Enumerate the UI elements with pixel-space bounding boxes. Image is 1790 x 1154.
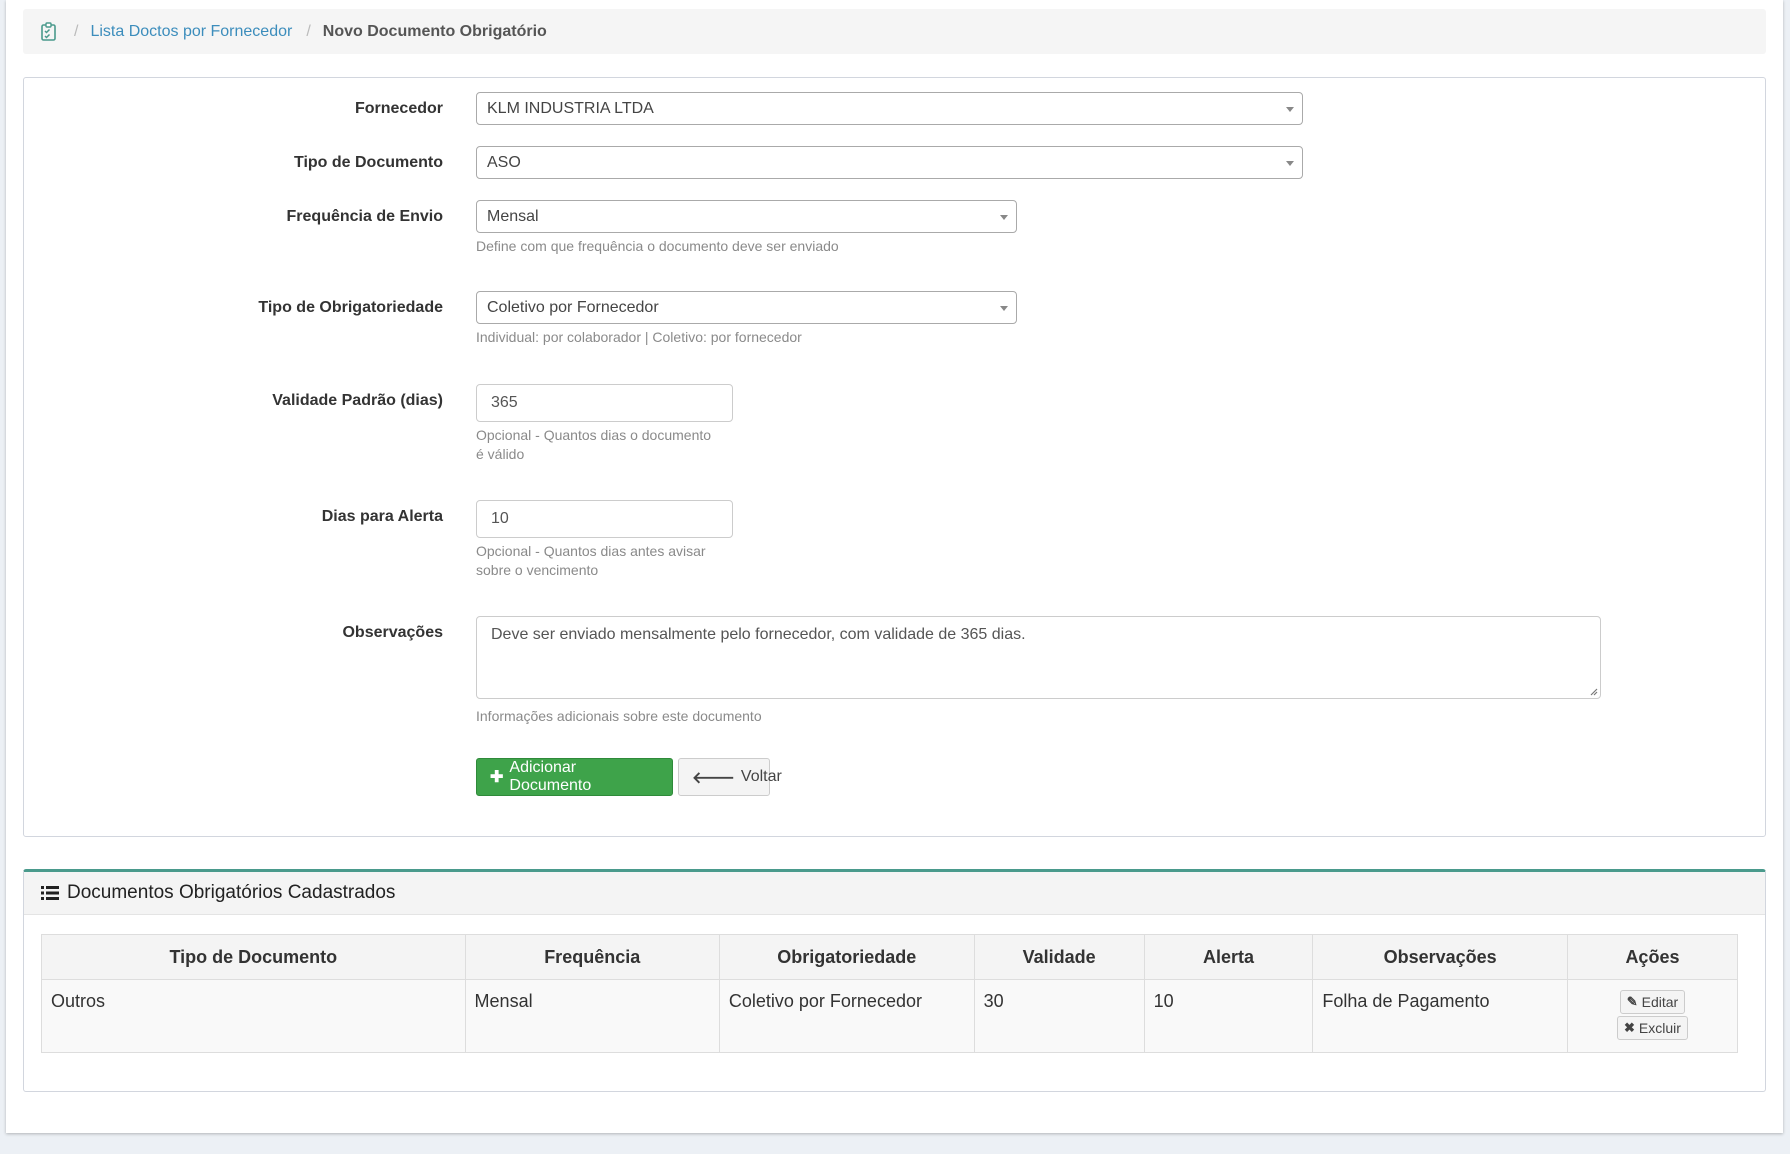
frequencia-help: Define com que frequência o documento de… <box>476 238 839 254</box>
form-row-obrigatoriedade: Tipo de Obrigatoriedade Coletivo por For… <box>24 291 1765 351</box>
tipo-documento-label: Tipo de Documento <box>293 154 443 171</box>
page: / Lista Doctos por Fornecedor / Novo Doc… <box>6 0 1783 1133</box>
alerta-help-line1: Opcional - Quantos dias antes avisar <box>476 543 706 559</box>
edit-icon: ✎ <box>1626 994 1638 1009</box>
cell-acoes: ✎ Editar ✖ Excluir <box>1566 979 1739 1053</box>
add-document-label: Adicionar Documento <box>509 759 592 794</box>
chevron-down-icon <box>1000 306 1008 311</box>
column-header-acoes: Ações <box>1566 934 1739 980</box>
observacoes-help: Informações adicionais sobre este docume… <box>476 708 762 724</box>
checklist-document-icon[interactable] <box>40 21 60 43</box>
resize-grip-icon[interactable] <box>1588 686 1598 696</box>
documents-list-box: Documentos Obrigatórios Cadastrados Tipo… <box>23 869 1766 1092</box>
form-row-observacoes: Observações Deve ser enviado mensalmente… <box>24 616 1765 726</box>
breadcrumb-separator: / <box>74 22 79 40</box>
validade-input[interactable]: 365 <box>476 384 733 422</box>
observacoes-textarea[interactable]: Deve ser enviado mensalmente pelo fornec… <box>476 616 1601 699</box>
alerta-input[interactable]: 10 <box>476 500 733 538</box>
table-row: Outros Mensal Coletivo por Fornecedor 30… <box>41 979 1739 1053</box>
form-row-tipo-documento: Tipo de Documento ASO <box>24 146 1765 179</box>
breadcrumb-link-lista[interactable]: Lista Doctos por Fornecedor <box>90 23 292 41</box>
column-header-tipo: Tipo de Documento <box>41 934 466 980</box>
cell-obrigatoriedade: Coletivo por Fornecedor <box>718 979 975 1053</box>
form-row-alerta: Dias para Alerta 10 Opcional - Quantos d… <box>24 500 1765 582</box>
fornecedor-label: Fornecedor <box>354 100 443 117</box>
validade-help-line2: é válido <box>476 446 525 462</box>
alerta-help-line2: sobre o vencimento <box>476 562 599 578</box>
documents-table: Tipo de Documento Frequência Obrigatorie… <box>41 934 1739 1053</box>
observacoes-label: Observações <box>342 624 443 641</box>
back-label: Voltar <box>740 768 782 785</box>
close-icon: ✖ <box>1624 1020 1635 1035</box>
cell-validade: 30 <box>973 979 1145 1053</box>
add-document-button[interactable]: ✚ Adicionar Documento <box>476 758 673 796</box>
chevron-down-icon <box>1286 161 1294 166</box>
delete-button[interactable]: ✖ Excluir <box>1617 1016 1688 1040</box>
obrigatoriedade-value: Coletivo por Fornecedor <box>487 299 659 316</box>
list-header: Documentos Obrigatórios Cadastrados <box>24 872 1765 915</box>
tipo-documento-select[interactable]: ASO <box>476 146 1303 179</box>
delete-label: Excluir <box>1638 1020 1681 1036</box>
chevron-down-icon <box>1000 215 1008 220</box>
form-row-fornecedor: Fornecedor KLM INDUSTRIA LTDA <box>24 92 1765 125</box>
frequencia-select[interactable]: Mensal <box>476 200 1017 233</box>
list-title: Documentos Obrigatórios Cadastrados <box>67 882 396 903</box>
alerta-label: Dias para Alerta <box>321 508 443 525</box>
cell-frequencia: Mensal <box>464 979 720 1053</box>
obrigatoriedade-select[interactable]: Coletivo por Fornecedor <box>476 291 1017 324</box>
cell-tipo: Outros <box>41 979 466 1053</box>
edit-button[interactable]: ✎ Editar <box>1619 990 1686 1014</box>
validade-help-line1: Opcional - Quantos dias o documento <box>476 427 712 443</box>
column-header-alerta: Alerta <box>1143 934 1314 980</box>
frequencia-value: Mensal <box>487 208 539 225</box>
form-box: Fornecedor KLM INDUSTRIA LTDA Tipo de Do… <box>23 77 1766 837</box>
table-header-row: Tipo de Documento Frequência Obrigatorie… <box>41 934 1739 980</box>
fornecedor-select[interactable]: KLM INDUSTRIA LTDA <box>476 92 1303 125</box>
column-header-obrigatoriedade: Obrigatoriedade <box>718 934 975 980</box>
observacoes-value: Deve ser enviado mensalmente pelo fornec… <box>491 626 1026 643</box>
fornecedor-value: KLM INDUSTRIA LTDA <box>487 100 654 117</box>
back-button[interactable]: 🡐 Voltar <box>678 758 782 796</box>
obrigatoriedade-help: Individual: por colaborador | Coletivo: … <box>476 329 802 345</box>
alerta-help: Opcional - Quantos dias antes avisar sob… <box>476 542 706 580</box>
plus-icon: ✚ <box>490 769 504 786</box>
form-row-frequencia: Frequência de Envio Mensal Define com qu… <box>24 200 1765 260</box>
column-header-observacoes: Observações <box>1312 934 1568 980</box>
edit-label: Editar <box>1641 994 1679 1010</box>
breadcrumb-current: Novo Documento Obrigatório <box>322 22 547 40</box>
column-header-validade: Validade <box>973 934 1145 980</box>
form-row-validade: Validade Padrão (dias) 365 Opcional - Qu… <box>24 384 1765 466</box>
list-icon <box>41 886 59 900</box>
breadcrumb-separator: / <box>306 22 311 40</box>
column-header-frequencia: Frequência <box>464 934 720 980</box>
validade-help: Opcional - Quantos dias o documento é vá… <box>476 426 711 464</box>
tipo-documento-value: ASO <box>487 154 521 171</box>
cell-observacoes: Folha de Pagamento <box>1312 979 1568 1053</box>
obrigatoriedade-label: Tipo de Obrigatoriedade <box>258 299 443 316</box>
chevron-down-icon <box>1286 107 1294 112</box>
arrow-left-icon: 🡐 <box>692 769 735 787</box>
breadcrumb: / Lista Doctos por Fornecedor / Novo Doc… <box>23 9 1766 54</box>
cell-alerta: 10 <box>1143 979 1314 1053</box>
frequencia-label: Frequência de Envio <box>286 208 443 225</box>
validade-label: Validade Padrão (dias) <box>272 392 443 409</box>
